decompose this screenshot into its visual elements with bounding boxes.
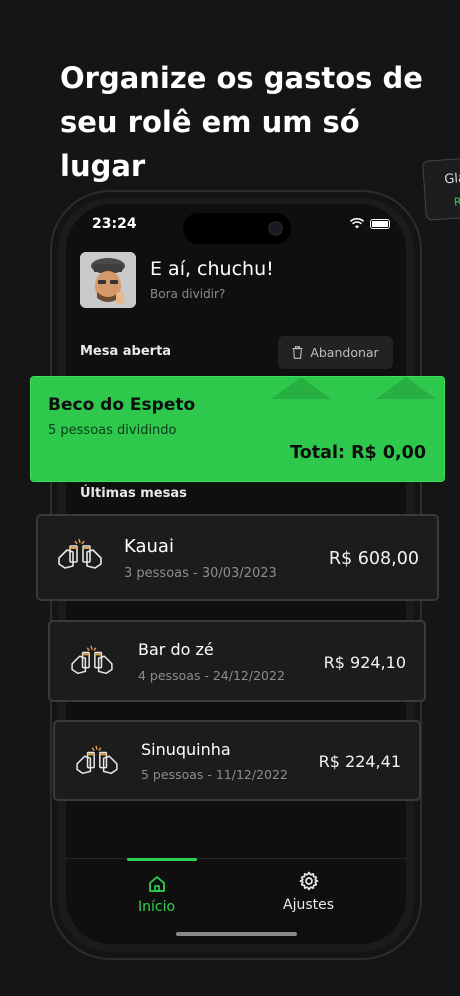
open-table-people: 5 pessoas dividindo xyxy=(48,423,177,438)
chef-avatar-icon xyxy=(80,252,136,308)
open-table-name: Beco do Espeto xyxy=(48,395,196,415)
abandon-button-label: Abandonar xyxy=(310,345,379,360)
promo-stage: Organize os gastos de seu rolê em um só … xyxy=(0,0,460,996)
abandon-button[interactable]: Abandonar xyxy=(278,336,393,369)
card-decoration xyxy=(271,377,331,399)
table-row-amount: R$ 224,41 xyxy=(318,752,401,771)
peek-card: Gla R xyxy=(422,155,460,221)
table-row-meta: 4 pessoas - 24/12/2022 xyxy=(138,668,285,683)
trash-icon xyxy=(292,346,303,359)
table-row[interactable]: Sinuquinha 5 pessoas - 11/12/2022 R$ 224… xyxy=(53,720,421,801)
promo-headline: Organize os gastos de seu rolê em um só … xyxy=(60,61,423,183)
table-row-amount: R$ 608,00 xyxy=(328,549,419,569)
cheers-icon xyxy=(71,645,113,675)
cheers-icon xyxy=(58,538,102,569)
table-row[interactable]: Kauai 3 pessoas - 30/03/2023 R$ 608,00 xyxy=(36,514,439,601)
card-decoration xyxy=(376,377,436,399)
greeting-title: E aí, chuchu! xyxy=(150,258,274,280)
gear-icon xyxy=(299,871,318,891)
avatar[interactable] xyxy=(80,252,136,308)
table-row-name: Bar do zé xyxy=(138,640,214,659)
peek-card-subtitle: R xyxy=(453,195,460,209)
tab-home[interactable]: Início xyxy=(138,875,175,915)
battery-icon xyxy=(370,218,390,229)
tab-settings[interactable]: Ajustes xyxy=(283,871,334,913)
table-row-meta: 3 pessoas - 30/03/2023 xyxy=(124,566,277,581)
open-table-card[interactable]: Beco do Espeto 5 pessoas dividindo Total… xyxy=(30,376,445,482)
camera-icon xyxy=(268,221,283,236)
table-row-meta: 5 pessoas - 11/12/2022 xyxy=(141,767,288,782)
home-indicator[interactable] xyxy=(176,932,297,936)
peek-card-title: Gla xyxy=(443,170,460,188)
greeting-subtitle: Bora dividir? xyxy=(150,287,226,301)
dynamic-island xyxy=(183,213,291,244)
recent-tables-section-title: Últimas mesas xyxy=(80,486,187,501)
cheers-icon xyxy=(76,745,118,775)
tab-home-label: Início xyxy=(138,899,176,915)
table-row-amount: R$ 924,10 xyxy=(323,653,406,672)
home-icon xyxy=(148,876,165,892)
tab-settings-label: Ajustes xyxy=(283,897,335,913)
table-row[interactable]: Bar do zé 4 pessoas - 24/12/2022 R$ 924,… xyxy=(48,620,426,702)
table-row-name: Kauai xyxy=(124,536,174,557)
open-table-section-title: Mesa aberta xyxy=(80,344,172,359)
status-time: 23:24 xyxy=(92,216,137,232)
tab-active-indicator xyxy=(127,858,197,861)
tab-bar-divider xyxy=(66,858,406,859)
table-row-name: Sinuquinha xyxy=(141,740,231,759)
wifi-icon xyxy=(350,218,364,229)
status-icons xyxy=(350,218,390,229)
open-table-total: Total: R$ 0,00 xyxy=(290,443,426,463)
